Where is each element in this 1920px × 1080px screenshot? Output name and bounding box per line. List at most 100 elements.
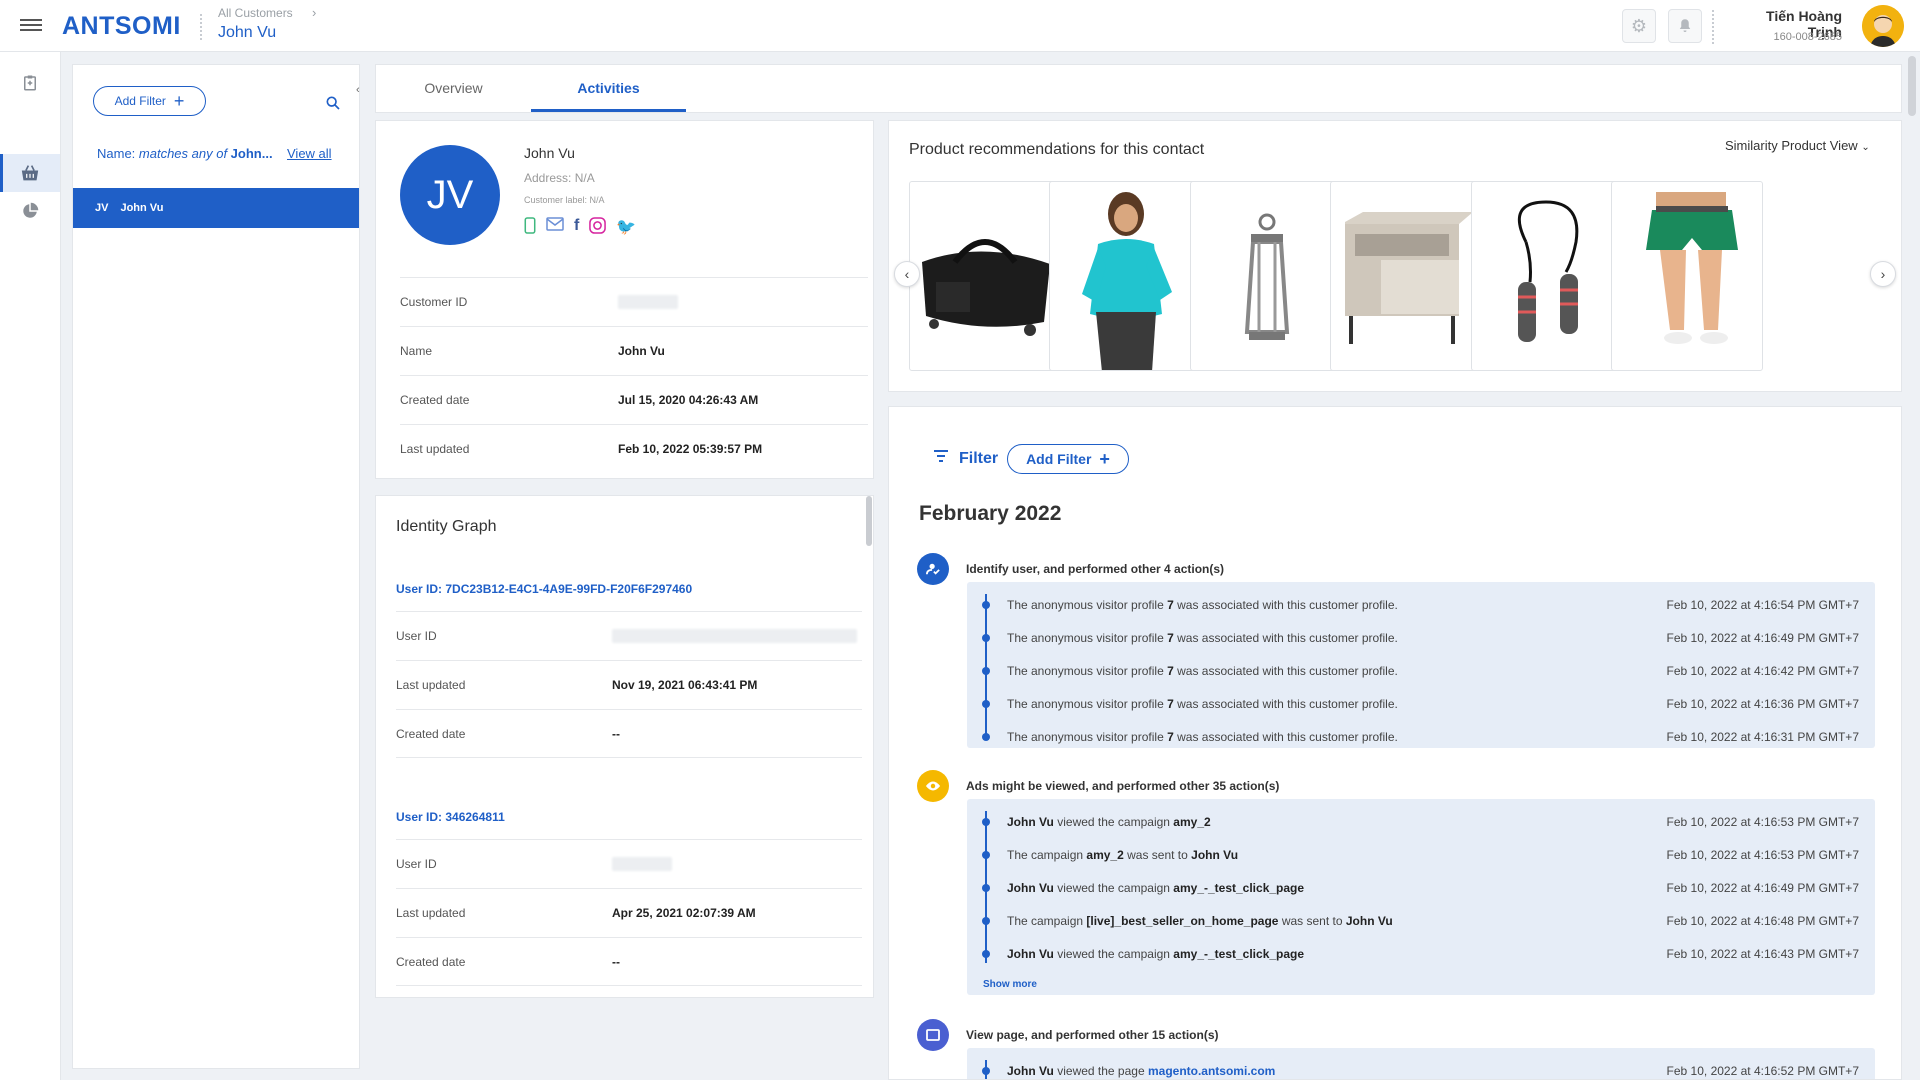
gear-icon: ⚙ bbox=[1630, 15, 1648, 36]
activity-add-filter-button[interactable]: Add Filter + bbox=[1007, 444, 1129, 474]
identity-row: Last updated Nov 19, 2021 06:43:41 PM bbox=[396, 660, 862, 709]
antsomi-logo[interactable]: ANTSOMI bbox=[62, 12, 181, 41]
identity-row: User ID bbox=[396, 611, 862, 660]
twitter-icon[interactable]: 🐦 bbox=[616, 217, 636, 239]
profile-avatar: JV bbox=[400, 145, 500, 245]
plus-icon: + bbox=[1099, 448, 1110, 469]
group-title[interactable]: View page, and performed other 15 action… bbox=[966, 1028, 1219, 1042]
tab-activities[interactable]: Activities bbox=[531, 65, 686, 112]
activity-event-row[interactable]: The anonymous visitor profile 7 was asso… bbox=[967, 654, 1875, 687]
activity-event-row[interactable]: The anonymous visitor profile 7 was asso… bbox=[967, 621, 1875, 654]
profile-row-name: Name John Vu bbox=[400, 326, 868, 375]
event-text: John Vu viewed the campaign amy_-_test_c… bbox=[1007, 946, 1305, 961]
scrollbar[interactable] bbox=[866, 496, 872, 546]
timeline-dot bbox=[982, 817, 990, 826]
month-heading: February 2022 bbox=[919, 502, 1062, 525]
event-text: The anonymous visitor profile 7 was asso… bbox=[1007, 696, 1398, 711]
hamburger-menu-icon[interactable] bbox=[20, 16, 42, 34]
activity-event-row[interactable]: The anonymous visitor profile 7 was asso… bbox=[967, 687, 1875, 720]
filter-label[interactable]: Filter bbox=[959, 450, 998, 468]
event-timestamp: Feb 10, 2022 at 4:16:31 PM GMT+7 bbox=[1666, 729, 1859, 744]
identity-row: Created date -- bbox=[396, 937, 862, 986]
activity-event-row[interactable]: John Vu viewed the page magento.antsomi.… bbox=[967, 1054, 1875, 1079]
product-recommendations-card: Product recommendations for this contact… bbox=[888, 120, 1902, 392]
filter-lines-icon[interactable] bbox=[933, 449, 949, 468]
pie-chart-icon[interactable] bbox=[0, 192, 60, 230]
group-title[interactable]: Identify user, and performed other 4 act… bbox=[966, 562, 1224, 576]
identity-user-id-link[interactable]: User ID: 7DC23B12-E4C1-4A9E-99FD-F20F6F2… bbox=[396, 582, 692, 596]
product-card-teal-top[interactable] bbox=[1049, 181, 1201, 371]
basket-icon[interactable] bbox=[0, 154, 60, 192]
activity-event-row[interactable]: The anonymous visitor profile 7 was asso… bbox=[967, 588, 1875, 621]
timeline-dot bbox=[982, 633, 990, 642]
carousel-next-chevron-icon[interactable]: › bbox=[1870, 261, 1896, 287]
activity-event-row[interactable]: The campaign [live]_best_seller_on_home_… bbox=[967, 904, 1875, 937]
product-card-shorts[interactable] bbox=[1611, 181, 1763, 371]
page-title: John Vu bbox=[218, 24, 277, 41]
product-card-jump-rope[interactable] bbox=[1471, 181, 1623, 371]
page-scrollbar[interactable] bbox=[1908, 56, 1916, 116]
activity-event-row[interactable]: The campaign amy_2 was sent to John Vu Fe… bbox=[967, 838, 1875, 871]
email-icon[interactable] bbox=[546, 217, 564, 239]
carousel-prev-chevron-icon[interactable]: ‹ bbox=[894, 261, 920, 287]
mobile-icon[interactable] bbox=[524, 217, 536, 239]
settings-button[interactable]: ⚙ bbox=[1622, 9, 1656, 43]
show-more-link[interactable]: Show more bbox=[983, 979, 1037, 990]
customer-list-item-selected[interactable]: JV John Vu bbox=[73, 188, 359, 228]
active-filter-summary[interactable]: Name: matches any of John... bbox=[97, 146, 277, 161]
search-icon[interactable] bbox=[325, 95, 341, 116]
timeline-dot bbox=[982, 732, 990, 741]
timeline-dot bbox=[982, 600, 990, 609]
activity-event-row[interactable]: John Vu viewed the campaign amy_-_test_c… bbox=[967, 871, 1875, 904]
identity-row: User ID bbox=[396, 839, 862, 888]
profile-customer-label: Customer label: N/A bbox=[524, 195, 605, 205]
timeline-dot bbox=[982, 850, 990, 859]
add-filter-label: Add Filter bbox=[1026, 451, 1092, 467]
eye-icon bbox=[917, 770, 949, 802]
timeline-dot bbox=[982, 949, 990, 958]
notifications-button[interactable] bbox=[1668, 9, 1702, 43]
activity-event-row[interactable]: John Vu viewed the campaign amy_2 Feb 10,… bbox=[967, 805, 1875, 838]
divider bbox=[200, 14, 202, 40]
tab-bar: Overview Activities bbox=[375, 64, 1902, 113]
customer-initials: JV bbox=[95, 202, 109, 214]
user-avatar[interactable] bbox=[1862, 5, 1904, 47]
collapse-panel-chevron-icon[interactable]: ‹ bbox=[356, 84, 360, 96]
identity-graph-title: Identity Graph bbox=[396, 518, 497, 535]
divider bbox=[1712, 10, 1714, 44]
browser-page-icon bbox=[917, 1019, 949, 1051]
redacted-value bbox=[612, 857, 672, 871]
recommendations-title: Product recommendations for this contact bbox=[909, 141, 1205, 158]
event-timestamp: Feb 10, 2022 at 4:16:42 PM GMT+7 bbox=[1666, 663, 1859, 678]
product-card-lantern[interactable] bbox=[1190, 181, 1342, 371]
activity-event-row[interactable]: John Vu viewed the campaign amy_-_test_c… bbox=[967, 937, 1875, 970]
bell-icon bbox=[1679, 19, 1691, 32]
event-timestamp: Feb 10, 2022 at 4:16:43 PM GMT+7 bbox=[1666, 946, 1859, 961]
event-timestamp: Feb 10, 2022 at 4:16:54 PM GMT+7 bbox=[1666, 597, 1859, 612]
view-type-dropdown[interactable]: Similarity Product View ⌄ bbox=[1725, 138, 1870, 153]
chevron-right-icon: › bbox=[312, 5, 317, 20]
contact-channels: f 🐦 bbox=[524, 217, 636, 239]
event-text: The campaign [live]_best_seller_on_home_… bbox=[1007, 913, 1393, 928]
product-card-nightstand[interactable] bbox=[1330, 181, 1482, 371]
add-filter-button[interactable]: Add Filter + bbox=[93, 86, 206, 116]
activity-event-row[interactable]: The anonymous visitor profile 7 was asso… bbox=[967, 720, 1875, 753]
event-text: The anonymous visitor profile 7 was asso… bbox=[1007, 630, 1398, 645]
product-card-duffel-bag[interactable] bbox=[909, 181, 1061, 371]
event-text: The anonymous visitor profile 7 was asso… bbox=[1007, 729, 1398, 744]
identity-row: Created date -- bbox=[396, 709, 862, 758]
identity-graph-card: Identity Graph User ID: 7DC23B12-E4C1-4A… bbox=[375, 495, 874, 998]
event-text: John Vu viewed the campaign amy_2 bbox=[1007, 814, 1211, 829]
event-timestamp: Feb 10, 2022 at 4:16:49 PM GMT+7 bbox=[1666, 630, 1859, 645]
clipboard-icon[interactable] bbox=[0, 64, 60, 102]
tab-overview[interactable]: Overview bbox=[376, 65, 531, 112]
event-text: The campaign amy_2 was sent to John Vu bbox=[1007, 847, 1239, 862]
breadcrumb-all-customers[interactable]: All Customers bbox=[218, 6, 293, 20]
identity-user-id-link[interactable]: User ID: 346264811 bbox=[396, 810, 505, 824]
profile-row-updated: Last updated Feb 10, 2022 05:39:57 PM bbox=[400, 424, 868, 473]
facebook-icon[interactable]: f bbox=[574, 217, 579, 239]
timeline-dot bbox=[982, 916, 990, 925]
group-title[interactable]: Ads might be viewed, and performed other… bbox=[966, 779, 1279, 793]
view-all-link[interactable]: View all bbox=[287, 146, 332, 161]
instagram-icon[interactable] bbox=[589, 217, 607, 239]
